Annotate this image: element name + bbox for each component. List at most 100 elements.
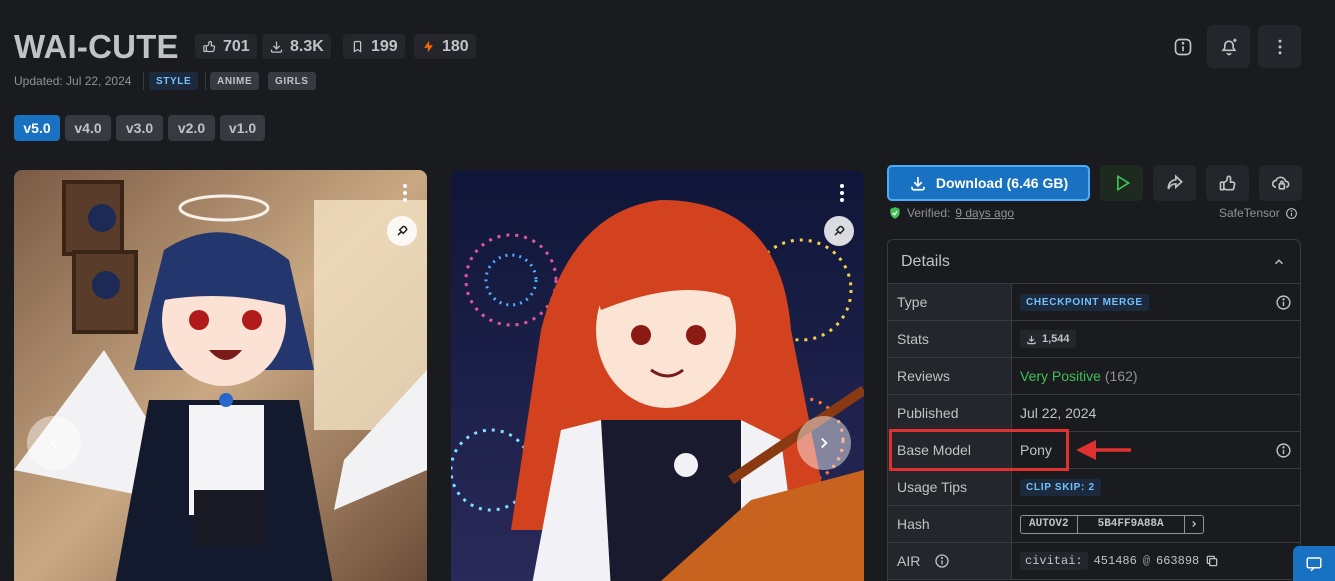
details-row-reviews: Reviews Very Positive (162) — [888, 358, 1300, 395]
info-icon[interactable] — [1285, 207, 1298, 220]
tag-anime[interactable]: ANIME — [210, 72, 260, 90]
verified-label: Verified: — [907, 206, 951, 220]
bookmark-icon — [353, 40, 362, 53]
version-tab-v1[interactable]: v1.0 — [220, 115, 265, 141]
info-icon[interactable] — [1275, 442, 1292, 459]
bolt-icon — [424, 40, 433, 53]
kebab-icon — [1278, 39, 1281, 54]
thumb-up-icon — [203, 40, 216, 53]
row-label: Reviews — [888, 358, 1012, 394]
air-identifier: civitai: 451486 @ 663898 — [1012, 543, 1300, 579]
details-panel: Details Type CHECKPOINT MERGE Stats 1,54… — [887, 239, 1301, 581]
details-row-type: Type CHECKPOINT MERGE — [888, 284, 1300, 321]
likes-count: 701 — [223, 37, 250, 55]
type-badge: CHECKPOINT MERGE — [1020, 293, 1149, 311]
details-row-air: AIR civitai: 451486 @ 663898 — [888, 543, 1300, 580]
bookmarks-stat[interactable]: 199 — [343, 34, 405, 59]
verified-date-link[interactable]: 9 days ago — [955, 206, 1014, 220]
thumb-up-icon — [1219, 175, 1236, 191]
hash-algo[interactable]: AUTOV2 — [1021, 516, 1077, 533]
air-at: @ — [1142, 554, 1151, 568]
arrow-left-icon — [1076, 440, 1131, 460]
row-label: Published — [888, 395, 1012, 431]
download-icon — [1027, 335, 1036, 344]
info-icon[interactable] — [934, 553, 950, 569]
gallery-image — [451, 170, 864, 581]
remix-button[interactable] — [824, 216, 854, 246]
version-tab-v5[interactable]: v5.0 — [14, 115, 60, 141]
remix-icon — [397, 225, 408, 236]
row-label: AIR — [888, 543, 1012, 579]
gallery-image-card[interactable] — [451, 170, 864, 581]
image-menu-button[interactable] — [397, 182, 413, 204]
download-count: 1,544 — [1042, 333, 1070, 345]
download-icon — [911, 177, 925, 191]
download-button[interactable]: Download (6.46 GB) — [887, 165, 1090, 201]
bookmarks-count: 199 — [371, 37, 398, 55]
row-label: Hash — [888, 506, 1012, 542]
verified-status: Verified: 9 days ago — [888, 206, 1014, 220]
image-menu-button[interactable] — [834, 182, 850, 204]
chevron-right-icon — [821, 437, 828, 449]
details-row-usage-tips: Usage Tips CLIP SKIP: 2 — [888, 469, 1300, 506]
hash-next-button[interactable] — [1183, 515, 1203, 533]
shield-check-icon — [890, 207, 900, 219]
more-button[interactable] — [1258, 25, 1301, 68]
like-button[interactable] — [1206, 165, 1249, 201]
run-button[interactable] — [1100, 165, 1143, 201]
tag-style[interactable]: STYLE — [149, 72, 199, 90]
chevron-up-icon — [1274, 259, 1284, 265]
version-tab-v3[interactable]: v3.0 — [116, 115, 163, 141]
details-header[interactable]: Details — [888, 240, 1300, 284]
cloud-lock-icon — [1271, 176, 1290, 190]
download-count-badge: 1,544 — [1020, 330, 1076, 348]
review-count: (162) — [1104, 368, 1138, 384]
tag-divider — [205, 72, 206, 90]
buzz-stat[interactable]: 180 — [414, 34, 476, 59]
tag-girls[interactable]: GIRLS — [268, 72, 316, 90]
share-icon — [1167, 174, 1183, 190]
clip-skip-badge: CLIP SKIP: 2 — [1020, 478, 1101, 496]
annotation-highlight-box — [889, 429, 1069, 471]
info-button[interactable] — [1161, 25, 1204, 68]
share-button[interactable] — [1153, 165, 1196, 201]
updated-date: Updated: Jul 22, 2024 — [14, 74, 132, 88]
buzz-count: 180 — [442, 37, 469, 55]
file-format: SafeTensor — [1219, 206, 1298, 220]
row-label: Stats — [888, 321, 1012, 357]
remix-icon — [834, 225, 845, 236]
remix-button[interactable] — [387, 216, 417, 246]
model-title: WAI-CUTE — [14, 28, 179, 65]
details-title: Details — [901, 252, 950, 270]
chat-icon — [1306, 556, 1322, 571]
chevron-left-icon — [50, 437, 57, 449]
details-row-hash: Hash AUTOV2 5B4FF9A88A — [888, 506, 1300, 543]
tag-divider — [143, 72, 144, 90]
hash-selector[interactable]: AUTOV2 5B4FF9A88A — [1020, 514, 1204, 534]
air-label: AIR — [897, 553, 921, 569]
prev-image-button[interactable] — [27, 416, 81, 470]
air-model-id: 451486 — [1093, 554, 1137, 568]
downloads-count: 8.3K — [290, 37, 324, 55]
info-icon[interactable] — [1275, 294, 1292, 311]
version-tab-v4[interactable]: v4.0 — [65, 115, 111, 141]
published-date: Jul 22, 2024 — [1020, 405, 1097, 421]
notify-button[interactable] — [1207, 25, 1250, 68]
chevron-right-icon — [1191, 521, 1196, 527]
hash-value[interactable]: 5B4FF9A88A — [1076, 515, 1184, 533]
air-prefix: civitai: — [1020, 552, 1088, 570]
likes-stat[interactable]: 701 — [195, 34, 257, 59]
version-tab-v2[interactable]: v2.0 — [168, 115, 215, 141]
bell-plus-icon — [1221, 38, 1236, 55]
chat-button[interactable] — [1293, 546, 1335, 581]
gallery-image-card[interactable] — [14, 170, 427, 581]
copy-icon[interactable] — [1205, 554, 1219, 568]
details-row-stats: Stats 1,544 — [888, 321, 1300, 358]
gallery-image — [14, 170, 427, 581]
private-download-button[interactable] — [1259, 165, 1302, 201]
next-image-button[interactable] — [797, 416, 851, 470]
info-icon — [1174, 38, 1191, 55]
downloads-stat[interactable]: 8.3K — [262, 34, 331, 59]
review-summary-link[interactable]: Very Positive — [1020, 368, 1101, 384]
details-row-published: Published Jul 22, 2024 — [888, 395, 1300, 432]
